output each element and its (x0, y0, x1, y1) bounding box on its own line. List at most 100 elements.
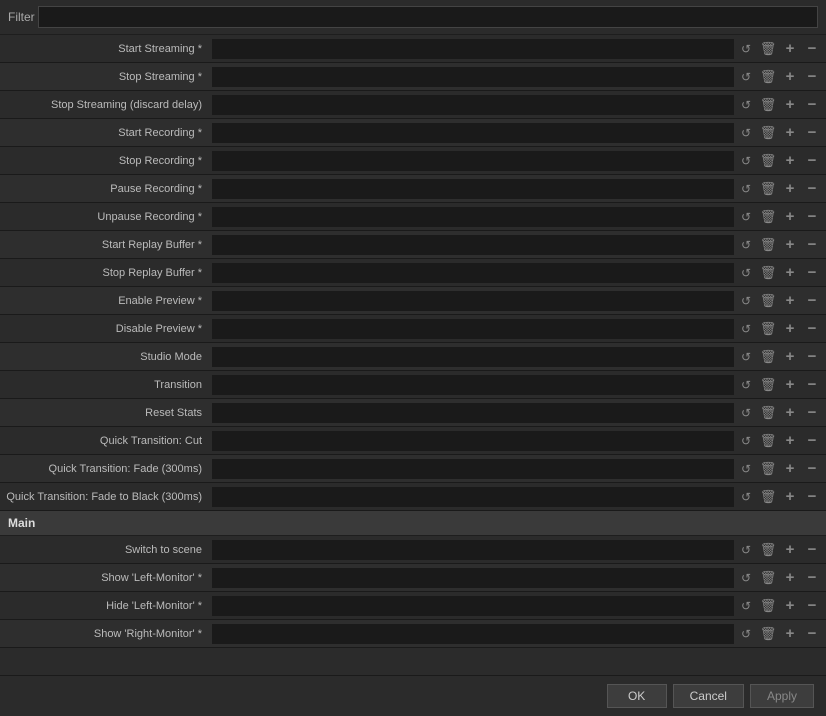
delete-button-reset-stats[interactable]: 🗑 (758, 403, 778, 423)
remove-button-quick-transition-cut[interactable]: − (802, 431, 822, 451)
remove-button-stop-recording[interactable]: − (802, 151, 822, 171)
reset-button-quick-transition-cut[interactable]: ↺ (736, 431, 756, 451)
delete-button-stop-streaming-discard[interactable]: 🗑 (758, 95, 778, 115)
delete-button-quick-transition-fade[interactable]: 🗑 (758, 459, 778, 479)
cancel-button[interactable]: Cancel (673, 684, 744, 708)
add-button-pause-recording[interactable]: + (780, 179, 800, 199)
hotkey-binding-show-right-monitor (212, 624, 734, 644)
delete-button-stop-streaming[interactable]: 🗑 (758, 67, 778, 87)
add-button-quick-transition-fade-black[interactable]: + (780, 487, 800, 507)
add-button-show-right-monitor[interactable]: + (780, 624, 800, 644)
add-button-start-streaming[interactable]: + (780, 39, 800, 59)
remove-button-show-right-monitor[interactable]: − (802, 624, 822, 644)
remove-button-start-recording[interactable]: − (802, 123, 822, 143)
remove-button-pause-recording[interactable]: − (802, 179, 822, 199)
reset-button-hide-left-monitor[interactable]: ↺ (736, 596, 756, 616)
delete-button-quick-transition-cut[interactable]: 🗑 (758, 431, 778, 451)
remove-button-enable-preview[interactable]: − (802, 291, 822, 311)
reset-button-stop-recording[interactable]: ↺ (736, 151, 756, 171)
add-button-enable-preview[interactable]: + (780, 291, 800, 311)
delete-button-stop-replay-buffer[interactable]: 🗑 (758, 263, 778, 283)
reset-button-quick-transition-fade-black[interactable]: ↺ (736, 487, 756, 507)
remove-button-transition[interactable]: − (802, 375, 822, 395)
section-header-main: Main (0, 511, 826, 536)
add-button-switch-to-scene[interactable]: + (780, 540, 800, 560)
add-button-hide-left-monitor[interactable]: + (780, 596, 800, 616)
remove-button-show-left-monitor[interactable]: − (802, 568, 822, 588)
reset-button-enable-preview[interactable]: ↺ (736, 291, 756, 311)
remove-button-disable-preview[interactable]: − (802, 319, 822, 339)
hotkey-label-reset-stats: Reset Stats (0, 407, 210, 419)
delete-button-enable-preview[interactable]: 🗑 (758, 291, 778, 311)
remove-button-quick-transition-fade-black[interactable]: − (802, 487, 822, 507)
add-button-disable-preview[interactable]: + (780, 319, 800, 339)
remove-button-quick-transition-fade[interactable]: − (802, 459, 822, 479)
reset-button-transition[interactable]: ↺ (736, 375, 756, 395)
reset-button-quick-transition-fade[interactable]: ↺ (736, 459, 756, 479)
remove-button-unpause-recording[interactable]: − (802, 207, 822, 227)
delete-button-start-recording[interactable]: 🗑 (758, 123, 778, 143)
hotkey-row-start-replay-buffer: Start Replay Buffer *↺🗑+− (0, 231, 826, 259)
reset-button-start-recording[interactable]: ↺ (736, 123, 756, 143)
hotkey-binding-stop-streaming-discard (212, 95, 734, 115)
delete-button-quick-transition-fade-black[interactable]: 🗑 (758, 487, 778, 507)
reset-button-start-streaming[interactable]: ↺ (736, 39, 756, 59)
remove-button-start-streaming[interactable]: − (802, 39, 822, 59)
reset-button-switch-to-scene[interactable]: ↺ (736, 540, 756, 560)
hotkey-row-quick-transition-fade-black: Quick Transition: Fade to Black (300ms)↺… (0, 483, 826, 511)
delete-button-show-right-monitor[interactable]: 🗑 (758, 624, 778, 644)
delete-button-hide-left-monitor[interactable]: 🗑 (758, 596, 778, 616)
delete-button-studio-mode[interactable]: 🗑 (758, 347, 778, 367)
remove-button-reset-stats[interactable]: − (802, 403, 822, 423)
filter-input[interactable] (38, 6, 818, 28)
hotkey-binding-quick-transition-fade-black (212, 487, 734, 507)
remove-button-stop-replay-buffer[interactable]: − (802, 263, 822, 283)
add-button-stop-streaming[interactable]: + (780, 67, 800, 87)
delete-button-show-left-monitor[interactable]: 🗑 (758, 568, 778, 588)
reset-button-disable-preview[interactable]: ↺ (736, 319, 756, 339)
hotkey-binding-stop-streaming (212, 67, 734, 87)
add-button-studio-mode[interactable]: + (780, 347, 800, 367)
add-button-start-recording[interactable]: + (780, 123, 800, 143)
delete-button-stop-recording[interactable]: 🗑 (758, 151, 778, 171)
delete-button-transition[interactable]: 🗑 (758, 375, 778, 395)
reset-button-reset-stats[interactable]: ↺ (736, 403, 756, 423)
delete-button-start-replay-buffer[interactable]: 🗑 (758, 235, 778, 255)
add-button-quick-transition-fade[interactable]: + (780, 459, 800, 479)
delete-button-switch-to-scene[interactable]: 🗑 (758, 540, 778, 560)
add-button-unpause-recording[interactable]: + (780, 207, 800, 227)
reset-button-stop-streaming-discard[interactable]: ↺ (736, 95, 756, 115)
add-button-transition[interactable]: + (780, 375, 800, 395)
delete-button-disable-preview[interactable]: 🗑 (758, 319, 778, 339)
remove-button-stop-streaming[interactable]: − (802, 67, 822, 87)
ok-button[interactable]: OK (607, 684, 667, 708)
add-button-start-replay-buffer[interactable]: + (780, 235, 800, 255)
add-button-show-left-monitor[interactable]: + (780, 568, 800, 588)
hotkey-binding-quick-transition-cut (212, 431, 734, 451)
delete-button-start-streaming[interactable]: 🗑 (758, 39, 778, 59)
remove-button-studio-mode[interactable]: − (802, 347, 822, 367)
delete-button-pause-recording[interactable]: 🗑 (758, 179, 778, 199)
add-button-reset-stats[interactable]: + (780, 403, 800, 423)
remove-button-start-replay-buffer[interactable]: − (802, 235, 822, 255)
hotkey-label-transition: Transition (0, 379, 210, 391)
reset-button-pause-recording[interactable]: ↺ (736, 179, 756, 199)
add-button-stop-recording[interactable]: + (780, 151, 800, 171)
reset-button-start-replay-buffer[interactable]: ↺ (736, 235, 756, 255)
reset-button-studio-mode[interactable]: ↺ (736, 347, 756, 367)
reset-button-show-left-monitor[interactable]: ↺ (736, 568, 756, 588)
hotkey-binding-disable-preview (212, 319, 734, 339)
remove-button-hide-left-monitor[interactable]: − (802, 596, 822, 616)
reset-button-stop-streaming[interactable]: ↺ (736, 67, 756, 87)
add-button-stop-streaming-discard[interactable]: + (780, 95, 800, 115)
apply-button[interactable]: Apply (750, 684, 814, 708)
hotkey-label-unpause-recording: Unpause Recording * (0, 211, 210, 223)
add-button-stop-replay-buffer[interactable]: + (780, 263, 800, 283)
reset-button-show-right-monitor[interactable]: ↺ (736, 624, 756, 644)
reset-button-unpause-recording[interactable]: ↺ (736, 207, 756, 227)
reset-button-stop-replay-buffer[interactable]: ↺ (736, 263, 756, 283)
remove-button-stop-streaming-discard[interactable]: − (802, 95, 822, 115)
add-button-quick-transition-cut[interactable]: + (780, 431, 800, 451)
delete-button-unpause-recording[interactable]: 🗑 (758, 207, 778, 227)
remove-button-switch-to-scene[interactable]: − (802, 540, 822, 560)
